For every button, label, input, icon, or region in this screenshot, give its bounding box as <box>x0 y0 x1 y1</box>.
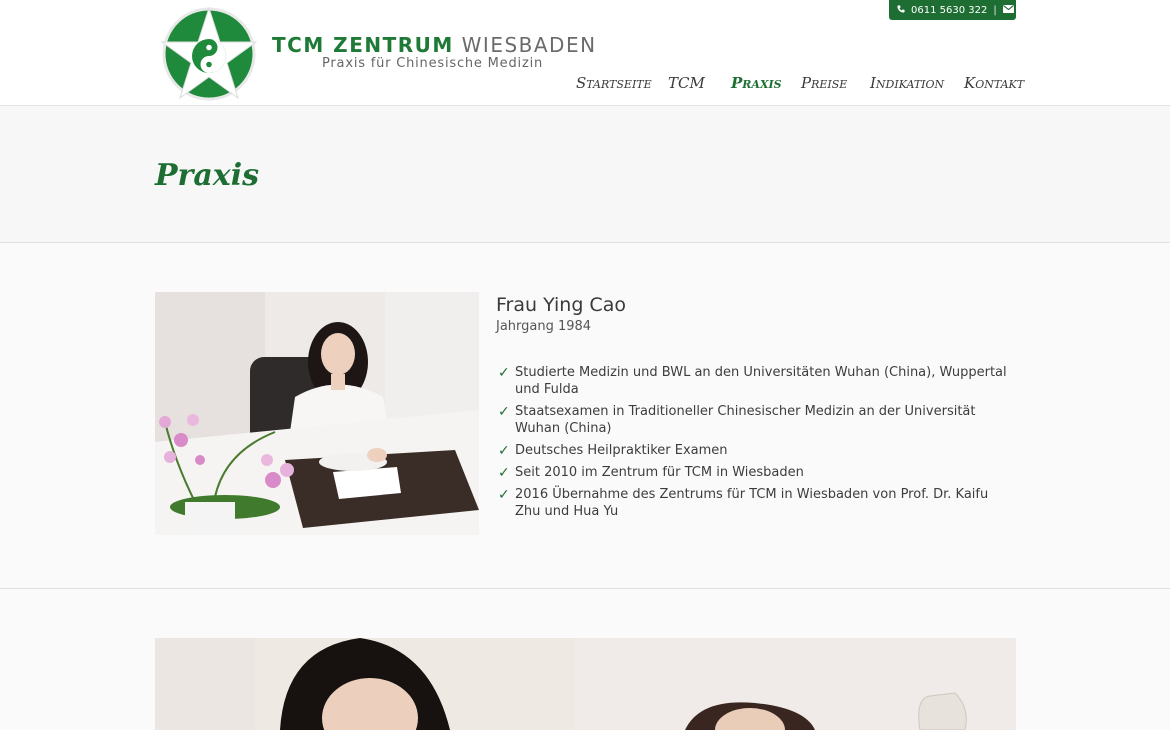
fact-text: Staatsexamen in Traditioneller Chinesisc… <box>515 404 976 436</box>
list-item: ✓ Studierte Medizin und BWL an den Univer… <box>496 364 1016 398</box>
brand-name-light: WIESBADEN <box>461 33 597 57</box>
practice-photo <box>155 638 1016 730</box>
page-title: Praxis <box>155 158 259 193</box>
brand-tagline: Praxis für Chinesische Medizin <box>322 56 544 71</box>
nav-item-startseite[interactable]: Startseite <box>576 74 668 96</box>
nav-item-praxis[interactable]: Praxis <box>731 74 801 96</box>
person-name: Frau Ying Cao <box>496 294 626 316</box>
list-item: ✓ Deutsches Heilpraktiker Examen <box>496 442 1016 459</box>
checkmark-icon: ✓ <box>498 404 510 420</box>
checkmark-icon: ✓ <box>498 465 510 481</box>
contact-bar: 0611 5630 322 | <box>889 0 1016 20</box>
nav-item-indikation[interactable]: Indikation <box>870 74 964 96</box>
nav-item-tcm[interactable]: TCM <box>668 74 731 96</box>
profile-section: Frau Ying Cao Jahrgang 1984 ✓ Studierte M… <box>0 243 1170 589</box>
site-header: TCM ZENTRUM WIESBADEN Praxis für Chinesi… <box>0 0 1170 106</box>
main-navigation: Startseite TCM Praxis Preise Indikation … <box>576 74 1024 96</box>
person-birth-year: Jahrgang 1984 <box>496 319 592 334</box>
checkmark-icon: ✓ <box>498 365 510 381</box>
checkmark-icon: ✓ <box>498 487 510 503</box>
nav-item-kontakt[interactable]: Kontakt <box>964 74 1024 96</box>
qualification-list: ✓ Studierte Medizin und BWL an den Univer… <box>496 364 1016 520</box>
brand-name-bold: TCM ZENTRUM <box>272 33 454 57</box>
list-item: ✓ Staatsexamen in Traditioneller Chinesis… <box>496 403 1016 437</box>
checkmark-icon: ✓ <box>498 443 510 459</box>
title-band: Praxis <box>0 106 1170 243</box>
profile-info: Frau Ying Cao Jahrgang 1984 ✓ Studierte M… <box>496 294 1016 525</box>
nav-item-preise[interactable]: Preise <box>801 74 870 96</box>
phone-icon <box>897 4 905 16</box>
phone-number[interactable]: 0611 5630 322 <box>911 5 987 16</box>
envelope-icon[interactable] <box>1002 4 1014 16</box>
brand-name[interactable]: TCM ZENTRUM WIESBADEN <box>272 33 597 57</box>
contact-separator: | <box>993 4 997 16</box>
fact-text: Studierte Medizin und BWL an den Univers… <box>515 365 1007 397</box>
list-item: ✓ 2016 Übernahme des Zentrums für TCM in … <box>496 486 1016 520</box>
fact-text: Deutsches Heilpraktiker Examen <box>515 443 728 458</box>
list-item: ✓ Seit 2010 im Zentrum für TCM in Wiesbad… <box>496 464 1016 481</box>
logo-icon[interactable] <box>160 6 260 102</box>
fact-text: Seit 2010 im Zentrum für TCM in Wiesbade… <box>515 465 804 480</box>
fact-text: 2016 Übernahme des Zentrums für TCM in W… <box>515 487 989 519</box>
profile-photo <box>155 292 479 535</box>
